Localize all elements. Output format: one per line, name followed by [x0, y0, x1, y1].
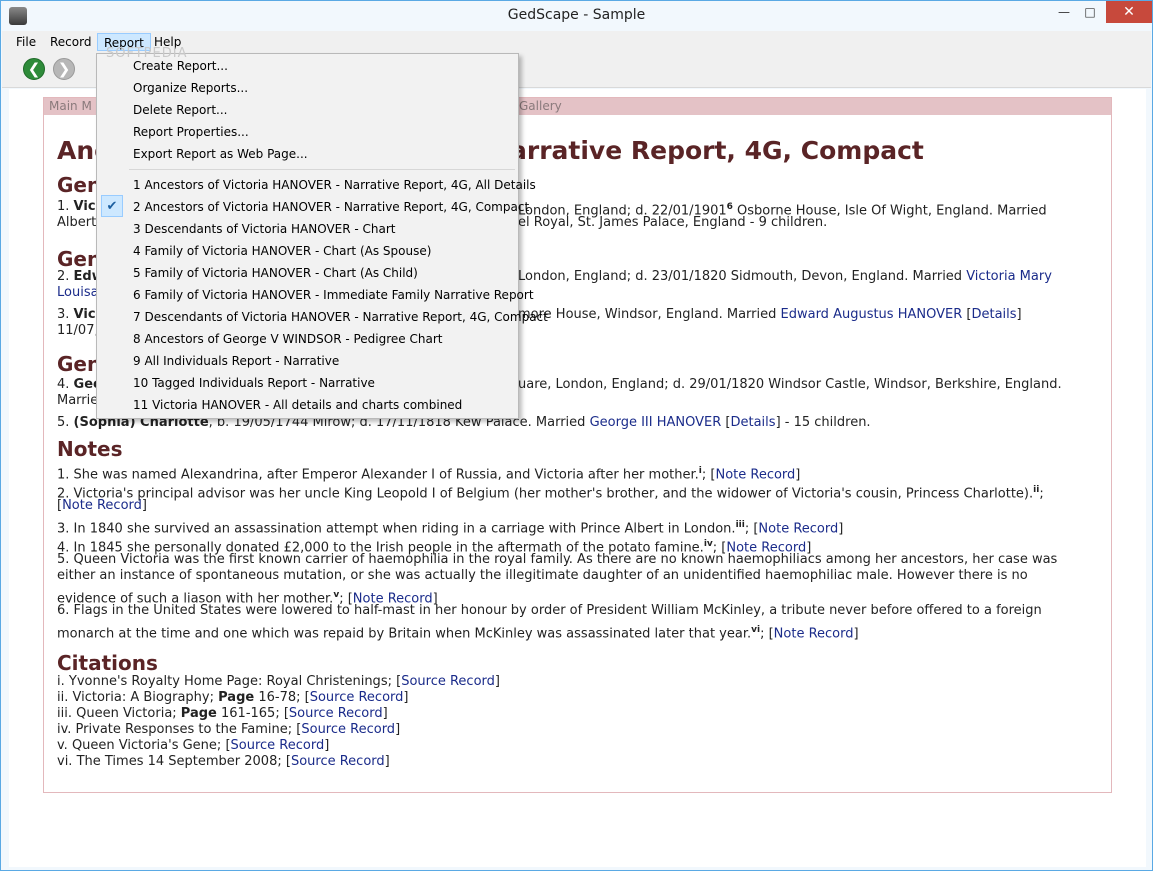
menu-delete-report[interactable]: Delete Report... [133, 101, 227, 119]
citation-3: iii. Queen Victoria; Page 161-165; [Sour… [57, 706, 388, 721]
details-link-5[interactable]: Details [730, 415, 775, 430]
source-record-link-4[interactable]: Source Record [301, 722, 395, 737]
menu-report-6[interactable]: 6 Family of Victoria HANOVER - Immediate… [133, 286, 534, 304]
note-5-line-2: either an instance of spontaneous mutati… [57, 568, 1028, 583]
source-record-link-6[interactable]: Source Record [291, 754, 385, 769]
report-menu-dropdown: Create Report... Organize Reports... Del… [96, 53, 548, 419]
citations-heading: Citations [57, 651, 158, 675]
note-3: 3. In 1840 she survived an assassination… [57, 520, 844, 537]
person-line-2a-tail: London, England; d. 23/01/1820 Sidmouth,… [518, 269, 1052, 284]
tab-gallery[interactable]: Gallery [519, 99, 562, 113]
menu-report-5[interactable]: 5 Family of Victoria HANOVER - Chart (As… [133, 264, 418, 282]
menu-report-3[interactable]: 3 Descendants of Victoria HANOVER - Char… [133, 220, 396, 238]
menu-report-1[interactable]: 1 Ancestors of Victoria HANOVER - Narrat… [133, 176, 536, 194]
generation-heading-3: Gen [57, 352, 102, 376]
menu-report-10[interactable]: 10 Tagged Individuals Report - Narrative [133, 374, 375, 392]
person-line-4b: Marrie [57, 393, 99, 408]
forward-arrow-icon[interactable]: ❯ [53, 58, 75, 80]
menu-organize-reports[interactable]: Organize Reports... [133, 79, 248, 97]
person-link-edward[interactable]: Edward Augustus HANOVER [781, 307, 963, 322]
person-link-victoria-mary[interactable]: Victoria Mary [966, 269, 1052, 284]
person-line-4a-tail: uare, London, England; d. 29/01/1820 Win… [518, 377, 1062, 392]
menu-report-4[interactable]: 4 Family of Victoria HANOVER - Chart (As… [133, 242, 431, 260]
menu-report-8[interactable]: 8 Ancestors of George V WINDSOR - Pedigr… [133, 330, 442, 348]
note-record-link-3[interactable]: Note Record [758, 521, 838, 536]
person-link-louisa[interactable]: Louisa [57, 285, 99, 300]
note-6-line-1: 6. Flags in the United States were lower… [57, 603, 1042, 618]
citation-5: v. Queen Victoria's Gene; [Source Record… [57, 738, 330, 753]
person-link-george-iii[interactable]: George III HANOVER [590, 415, 722, 430]
person-line-1b: Albert [57, 215, 97, 230]
menu-file[interactable]: File [10, 33, 42, 51]
note-record-link-6[interactable]: Note Record [774, 626, 854, 641]
source-record-link-5[interactable]: Source Record [231, 738, 325, 753]
note-6-line-2: monarch at the time and one which was re… [57, 625, 859, 642]
menu-separator [129, 169, 515, 170]
source-record-link-3[interactable]: Source Record [289, 706, 383, 721]
menu-export-report[interactable]: Export Report as Web Page... [133, 145, 308, 163]
menu-report-2[interactable]: 2 Ancestors of Victoria HANOVER - Narrat… [133, 198, 529, 216]
person-line-1a: 1. Vic [57, 199, 96, 214]
report-title-right: arrative Report, 4G, Compact [510, 136, 924, 165]
note-record-link-2[interactable]: Note Record [62, 498, 142, 513]
note-record-link-1[interactable]: Note Record [715, 467, 795, 482]
maximize-button[interactable]: □ [1076, 1, 1104, 23]
person-line-1b-tail: el Royal, St. James Palace, England - 9 … [518, 215, 828, 230]
source-record-link-1[interactable]: Source Record [401, 674, 495, 689]
note-1: 1. She was named Alexandrina, after Empe… [57, 466, 801, 483]
menu-report-7[interactable]: 7 Descendants of Victoria HANOVER - Narr… [133, 308, 548, 326]
citation-4: iv. Private Responses to the Famine; [So… [57, 722, 401, 737]
details-link-3[interactable]: Details [971, 307, 1016, 322]
person-line-3b: 11/07, [57, 323, 99, 338]
minimize-button[interactable]: — [1050, 1, 1078, 23]
person-line-3a: 3. Vic [57, 307, 96, 322]
close-button[interactable]: ✕ [1106, 1, 1152, 23]
menu-record[interactable]: Record [44, 33, 97, 51]
citation-6: vi. The Times 14 September 2008; [Source… [57, 754, 390, 769]
app-window: GedScape - Sample — □ ✕ File Record Repo… [0, 0, 1153, 871]
source-record-link-2[interactable]: Source Record [310, 690, 404, 705]
person-line-2b: Louisa [57, 285, 99, 301]
watermark: SOFTPEDIA [106, 46, 188, 61]
menu-report-properties[interactable]: Report Properties... [133, 123, 249, 141]
generation-heading-1: Gen [57, 173, 102, 197]
note-2-link-line: [Note Record] [57, 498, 147, 513]
note-5-line-1: 5. Queen Victoria was the first known ca… [57, 552, 1058, 567]
window-title: GedScape - Sample [507, 7, 646, 23]
back-arrow-icon[interactable]: ❮ [23, 58, 45, 80]
menu-report-11[interactable]: 11 Victoria HANOVER - All details and ch… [133, 396, 462, 414]
title-bar: GedScape - Sample — □ ✕ [1, 1, 1152, 31]
notes-heading: Notes [57, 437, 123, 461]
person-line-3a-tail: more House, Windsor, England. Married Ed… [518, 307, 1022, 322]
citation-2: ii. Victoria: A Biography; Page 16-78; [… [57, 690, 409, 705]
tab-main[interactable]: Main M [49, 99, 92, 113]
generation-heading-2: Gen [57, 247, 102, 271]
note-2: 2. Victoria's principal advisor was her … [57, 485, 1044, 502]
menu-report-9[interactable]: 9 All Individuals Report - Narrative [133, 352, 339, 370]
citation-1: i. Yvonne's Royalty Home Page: Royal Chr… [57, 674, 500, 689]
checkmark-icon: ✔ [101, 195, 123, 217]
